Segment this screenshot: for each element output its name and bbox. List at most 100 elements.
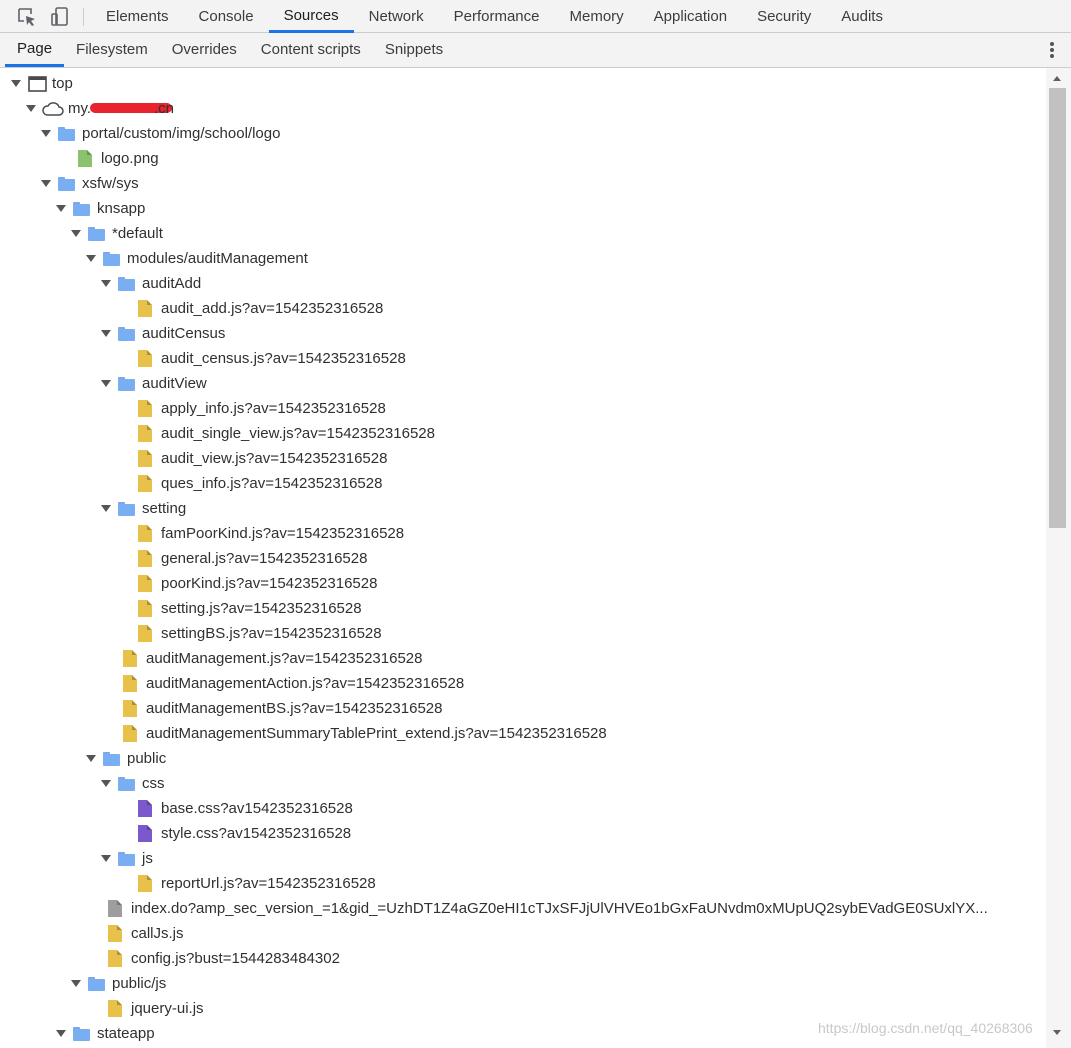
tab-elements[interactable]: Elements — [91, 0, 184, 33]
tab-content-scripts[interactable]: Content scripts — [249, 33, 373, 67]
expand-arrow-down-icon[interactable] — [41, 130, 51, 137]
folder-icon — [73, 1027, 90, 1041]
tree-file-row[interactable]: config.js?bust=1544283484302 — [0, 946, 1040, 971]
expand-arrow-down-icon[interactable] — [41, 180, 51, 187]
tree-item-label: portal/custom/img/school/logo — [82, 125, 281, 142]
tab-memory[interactable]: Memory — [555, 0, 639, 33]
tree-file-row[interactable]: auditManagementBS.js?av=1542352316528 — [0, 696, 1040, 721]
expand-arrow-down-icon[interactable] — [26, 105, 36, 112]
tree-domain-row[interactable]: my. .cn — [0, 96, 1040, 121]
js-file-icon — [138, 475, 152, 492]
tree-file-row[interactable]: reportUrl.js?av=1542352316528 — [0, 871, 1040, 896]
tab-page[interactable]: Page — [5, 33, 65, 67]
js-file-icon — [123, 675, 137, 692]
tab-sources[interactable]: Sources — [268, 0, 354, 33]
tab-overrides[interactable]: Overrides — [160, 33, 249, 67]
folder-icon — [73, 202, 90, 216]
tree-file-row[interactable]: auditManagement.js?av=1542352316528 — [0, 646, 1040, 671]
tree-folder-row[interactable]: auditAdd — [0, 271, 1040, 296]
tree-file-row[interactable]: settingBS.js?av=1542352316528 — [0, 621, 1040, 646]
tab-application[interactable]: Application — [639, 0, 742, 33]
tab-security[interactable]: Security — [742, 0, 826, 33]
scroll-down-arrow-icon[interactable] — [1053, 1030, 1061, 1035]
scroll-up-arrow-icon[interactable] — [1053, 76, 1061, 81]
expand-arrow-down-icon[interactable] — [101, 330, 111, 337]
tree-file-row[interactable]: callJs.js — [0, 921, 1040, 946]
tree-file-row[interactable]: audit_add.js?av=1542352316528 — [0, 296, 1040, 321]
tree-file-row[interactable]: logo.png — [0, 146, 1040, 171]
folder-icon — [103, 752, 120, 766]
tree-item-label: famPoorKind.js?av=1542352316528 — [161, 525, 405, 542]
tree-file-row[interactable]: base.css?av1542352316528 — [0, 796, 1040, 821]
expand-arrow-down-icon[interactable] — [101, 280, 111, 287]
tree-folder-row[interactable]: public — [0, 746, 1040, 771]
inspect-element-icon[interactable] — [16, 6, 38, 28]
tree-folder-row[interactable]: public/js — [0, 971, 1040, 996]
expand-arrow-down-icon[interactable] — [71, 230, 81, 237]
expand-arrow-down-icon[interactable] — [86, 755, 96, 762]
folder-icon — [103, 252, 120, 266]
tree-file-row[interactable]: audit_census.js?av=1542352316528 — [0, 346, 1040, 371]
tree-file-row[interactable]: general.js?av=1542352316528 — [0, 546, 1040, 571]
tree-folder-row[interactable]: auditCensus — [0, 321, 1040, 346]
tree-folder-row[interactable]: modules/auditManagement — [0, 246, 1040, 271]
expand-arrow-down-icon[interactable] — [11, 80, 21, 87]
tree-item-label: xsfw/sys — [82, 175, 139, 192]
expand-arrow-down-icon[interactable] — [86, 255, 96, 262]
more-vertical-icon[interactable] — [1049, 41, 1055, 59]
css-file-icon — [138, 825, 152, 842]
tree-file-row[interactable]: apply_info.js?av=1542352316528 — [0, 396, 1040, 421]
tab-snippets[interactable]: Snippets — [373, 33, 455, 67]
tree-item-label: audit_single_view.js?av=1542352316528 — [161, 425, 435, 442]
tree-folder-row[interactable]: setting — [0, 496, 1040, 521]
devtools-main-toolbar: Elements Console Sources Network Perform… — [0, 0, 1071, 33]
tab-performance[interactable]: Performance — [439, 0, 555, 33]
tree-file-row[interactable]: jquery-ui.js — [0, 996, 1040, 1021]
expand-arrow-down-icon[interactable] — [101, 855, 111, 862]
tree-item-label: knsapp — [97, 200, 146, 217]
tree-item-label: public/js — [112, 975, 167, 992]
scrollbar-thumb[interactable] — [1049, 88, 1066, 528]
tree-item-label: base.css?av1542352316528 — [161, 800, 353, 817]
tree-scrollbar[interactable] — [1046, 68, 1071, 1048]
tree-item-label: config.js?bust=1544283484302 — [131, 950, 340, 967]
tree-folder-row[interactable]: portal/custom/img/school/logo — [0, 121, 1040, 146]
tree-file-row[interactable]: audit_view.js?av=1542352316528 — [0, 446, 1040, 471]
tree-file-row[interactable]: famPoorKind.js?av=1542352316528 — [0, 521, 1040, 546]
expand-arrow-down-icon[interactable] — [101, 505, 111, 512]
tree-file-row[interactable]: index.do?amp_sec_version_=1&gid_=UzhDT1Z… — [0, 896, 1040, 921]
tree-file-row[interactable]: audit_single_view.js?av=1542352316528 — [0, 421, 1040, 446]
tab-filesystem[interactable]: Filesystem — [64, 33, 160, 67]
tree-folder-row[interactable]: knsapp — [0, 196, 1040, 221]
folder-icon — [118, 852, 135, 866]
tree-file-row[interactable]: ques_info.js?av=1542352316528 — [0, 471, 1040, 496]
tab-audits[interactable]: Audits — [826, 0, 898, 33]
tree-folder-row[interactable]: css — [0, 771, 1040, 796]
device-toolbar-icon[interactable] — [49, 6, 71, 28]
tab-network[interactable]: Network — [354, 0, 439, 33]
tree-folder-row[interactable]: auditView — [0, 371, 1040, 396]
folder-icon — [118, 777, 135, 791]
expand-arrow-down-icon[interactable] — [71, 980, 81, 987]
js-file-icon — [108, 925, 122, 942]
expand-arrow-down-icon[interactable] — [101, 780, 111, 787]
tree-file-row[interactable]: setting.js?av=1542352316528 — [0, 596, 1040, 621]
tree-file-row[interactable]: style.css?av1542352316528 — [0, 821, 1040, 846]
tree-folder-row[interactable]: *default — [0, 221, 1040, 246]
navigator-toolbar: Page Filesystem Overrides Content script… — [0, 33, 1071, 68]
expand-arrow-down-icon[interactable] — [56, 205, 66, 212]
tree-folder-row[interactable]: js — [0, 846, 1040, 871]
tree-file-row[interactable]: poorKind.js?av=1542352316528 — [0, 571, 1040, 596]
tree-item-label: apply_info.js?av=1542352316528 — [161, 400, 386, 417]
tree-folder-row[interactable]: xsfw/sys — [0, 171, 1040, 196]
tree-item-label: auditAdd — [142, 275, 202, 292]
tree-file-row[interactable]: auditManagementAction.js?av=154235231652… — [0, 671, 1040, 696]
tab-console[interactable]: Console — [184, 0, 269, 33]
folder-icon — [118, 377, 135, 391]
expand-arrow-down-icon[interactable] — [101, 380, 111, 387]
tree-item-label: *default — [112, 225, 163, 242]
tree-frame-row[interactable]: top — [0, 71, 1040, 96]
js-file-icon — [138, 425, 152, 442]
expand-arrow-down-icon[interactable] — [56, 1030, 66, 1037]
tree-file-row[interactable]: auditManagementSummaryTablePrint_extend.… — [0, 721, 1040, 746]
